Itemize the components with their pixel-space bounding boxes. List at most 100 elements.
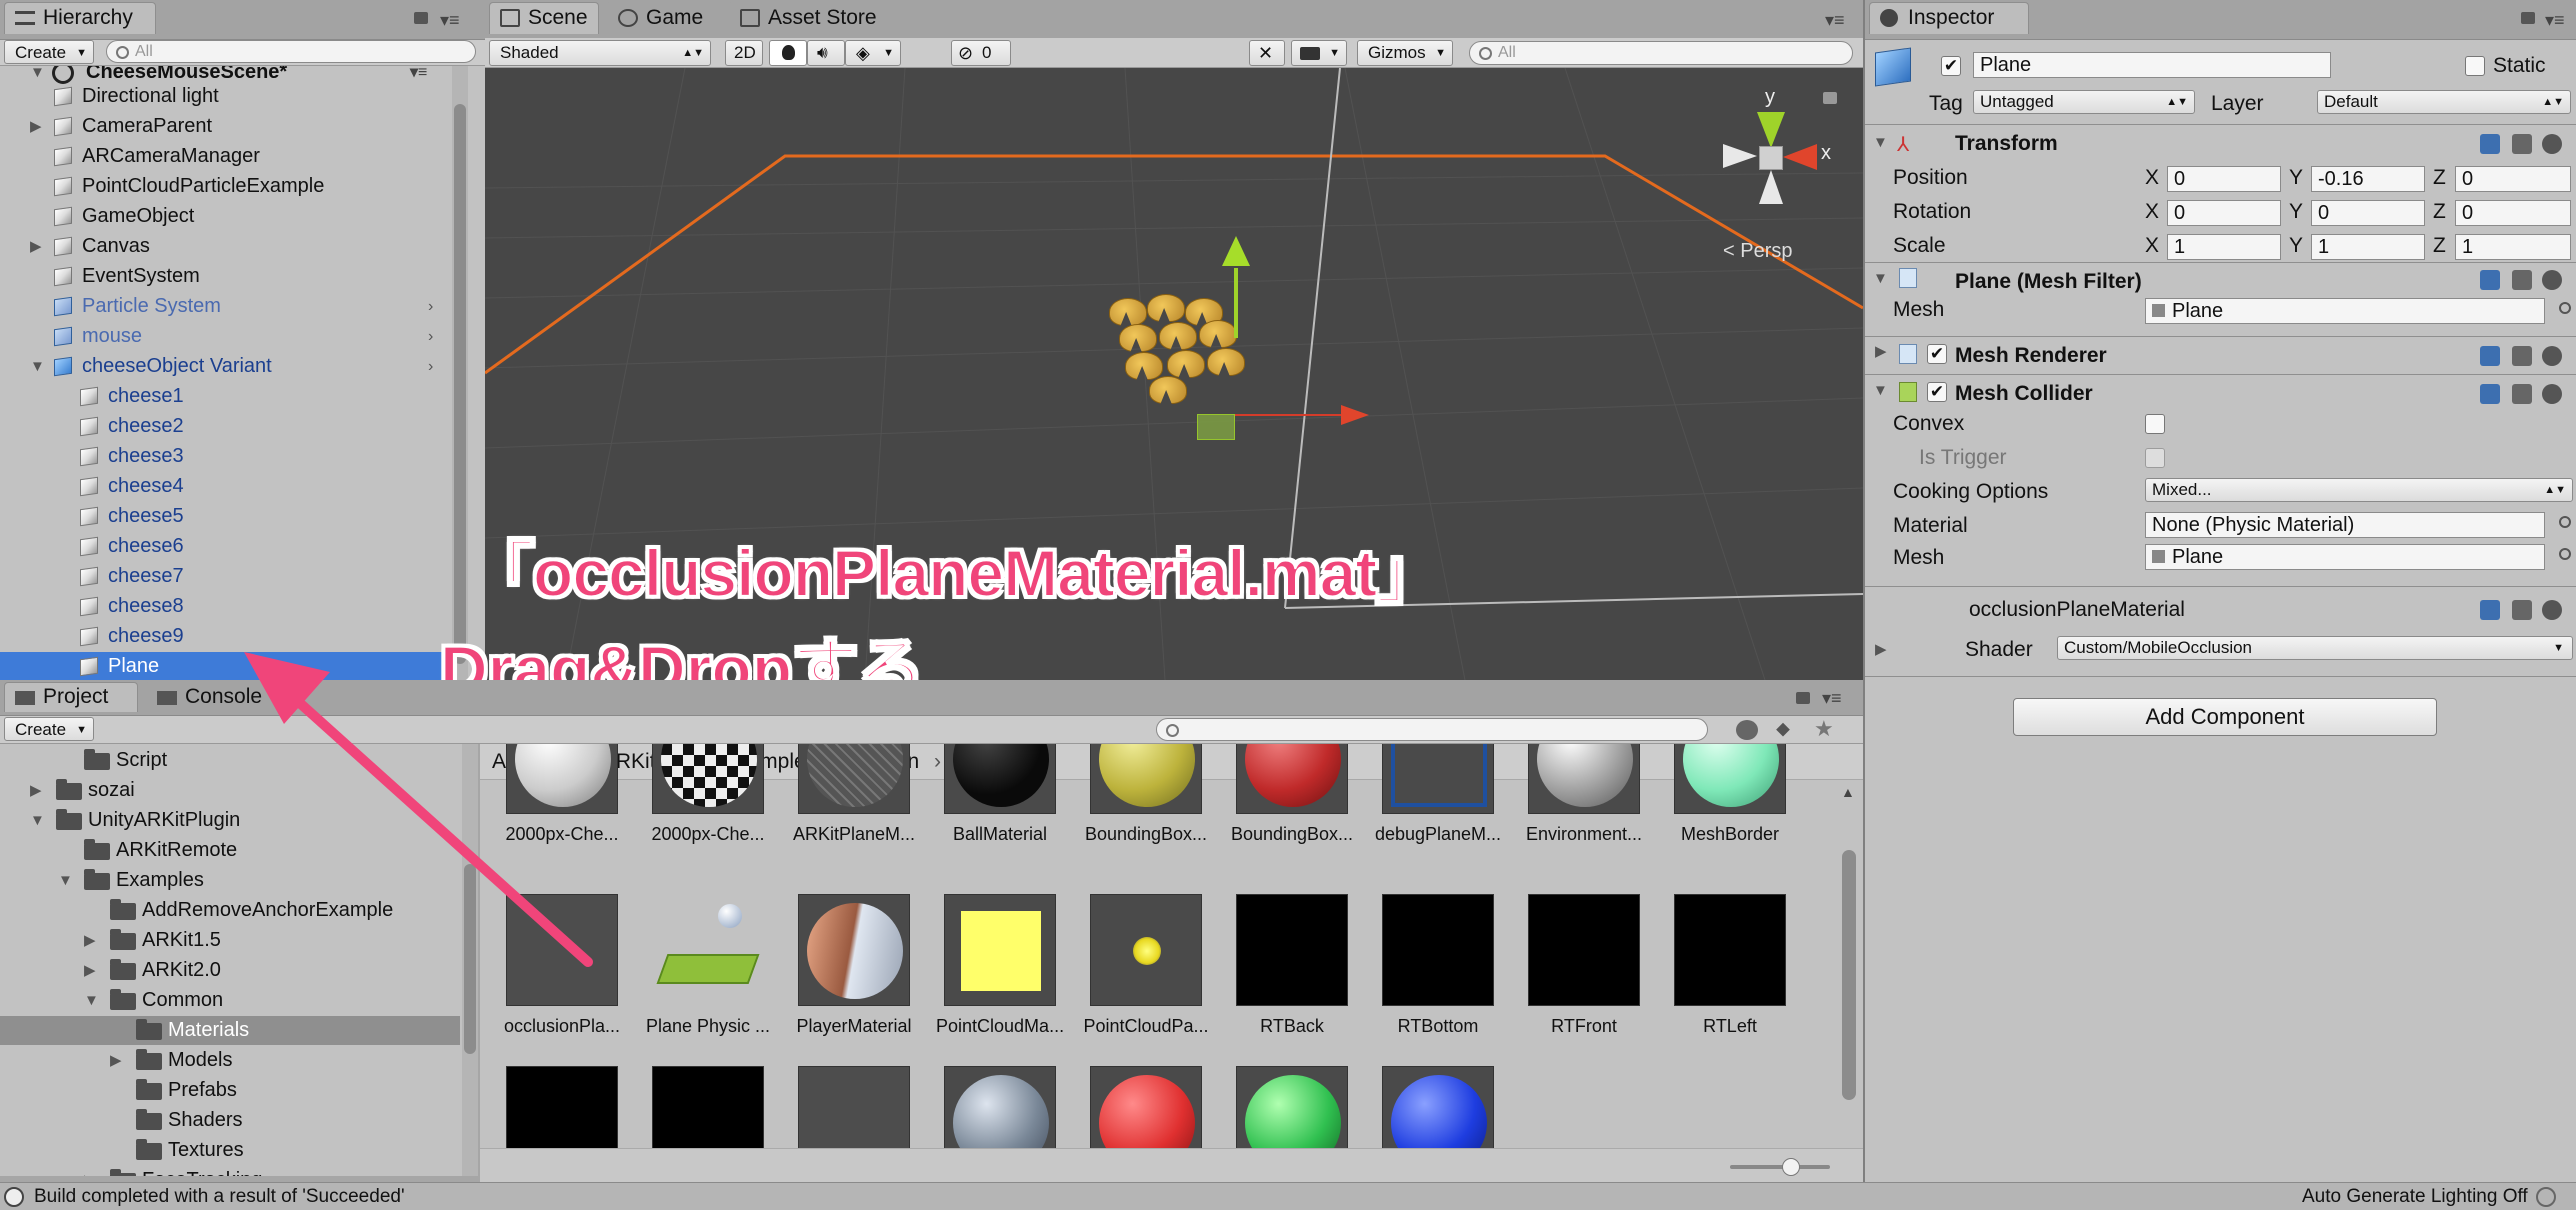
camera-dropdown[interactable]: ▼ [1291, 40, 1347, 66]
preset-icon[interactable] [2512, 600, 2532, 620]
hierarchy-item[interactable]: cheese6 [0, 532, 460, 561]
move-gizmo-y-head[interactable] [1222, 236, 1250, 266]
cheese-piece[interactable] [1147, 294, 1185, 322]
preset-icon[interactable] [2512, 134, 2532, 154]
hierarchy-item[interactable]: cheese9 [0, 622, 460, 651]
asset-item[interactable]: ARKitPlaneM... [790, 744, 918, 856]
persp-label[interactable]: < Persp [1723, 240, 1793, 263]
shading-mode-dropdown[interactable]: Shaded ▲▼ [489, 40, 711, 66]
hierarchy-item[interactable]: ARCameraManager [0, 142, 460, 171]
chevron-down-icon[interactable]: ▼ [1873, 134, 1888, 151]
move-gizmo-center[interactable] [1197, 414, 1235, 440]
asset-item[interactable]: PointCloudMa... [936, 894, 1064, 1044]
gizmos-dropdown[interactable]: Gizmos ▼ [1357, 40, 1453, 66]
z-axis-label[interactable]: Z [2433, 166, 2446, 190]
project-create-button[interactable]: Create ▼ [4, 717, 94, 741]
hierarchy-search-input[interactable]: All [106, 40, 476, 63]
chevron-right-icon[interactable]: ▶ [30, 776, 42, 805]
panel-menu-icon[interactable]: ▾≡ [1822, 688, 1842, 709]
thumbnail-size-slider[interactable] [1730, 1158, 1830, 1176]
active-checkbox[interactable]: ✔ [1941, 56, 1961, 76]
asset-item[interactable]: RTBack [1228, 894, 1356, 1044]
project-tree-scroll-thumb[interactable] [464, 864, 476, 1054]
tab-inspector[interactable]: Inspector [1869, 2, 2029, 34]
preset-icon[interactable] [2512, 346, 2532, 366]
chevron-right-icon[interactable]: ▶ [30, 232, 42, 261]
asset-item[interactable]: 2000px-Che... [644, 744, 772, 856]
chevron-right-icon[interactable]: › [428, 352, 433, 381]
mode-2d-toggle[interactable]: 2D [725, 40, 763, 66]
asset-item[interactable]: Environment... [1520, 744, 1648, 856]
asset-item[interactable]: 2000px-Che... [498, 744, 626, 856]
cheese-piece[interactable] [1109, 298, 1147, 326]
transform-rotation-y-field[interactable]: 0 [2311, 200, 2425, 226]
project-folder-row[interactable]: ARKitRemote [0, 836, 460, 865]
hidden-objects-toggle[interactable]: ⊘ 0 [951, 40, 1011, 66]
lock-icon[interactable] [1823, 92, 1837, 104]
cheese-piece[interactable] [1159, 322, 1197, 350]
x-axis-label[interactable]: X [2145, 200, 2159, 224]
tag-dropdown[interactable]: Untagged ▲▼ [1973, 90, 2195, 114]
hierarchy-scroll-thumb[interactable] [454, 104, 466, 664]
hierarchy-item[interactable]: cheese4 [0, 472, 460, 501]
lock-icon[interactable] [1796, 692, 1810, 704]
project-folder-row[interactable]: Shaders [0, 1106, 460, 1135]
tab-hierarchy[interactable]: Hierarchy [4, 2, 156, 34]
cheese-piece[interactable] [1119, 324, 1157, 352]
is-trigger-checkbox[interactable] [2145, 448, 2165, 468]
asset-item[interactable]: BoundingBox... [1082, 744, 1210, 856]
hierarchy-item[interactable]: cheese3 [0, 442, 460, 471]
project-folder-row[interactable]: ▶ FaceTracking [0, 1166, 460, 1176]
preset-icon[interactable] [2512, 270, 2532, 290]
tag-icon[interactable]: ⬥ [1776, 718, 1790, 741]
asset-item[interactable]: RTBottom [1374, 894, 1502, 1044]
project-folder-row[interactable]: ▶ Models [0, 1046, 460, 1075]
collider-mesh-field[interactable]: Plane [2145, 544, 2545, 570]
panel-menu-icon[interactable]: ▾≡ [1825, 10, 1845, 31]
chevron-right-icon[interactable]: ▶ [30, 112, 42, 141]
gear-icon[interactable] [2542, 384, 2562, 404]
add-component-button[interactable]: Add Component [2013, 698, 2437, 736]
object-picker-icon[interactable] [2559, 516, 2571, 528]
project-folder-row[interactable]: ▶ ARKit2.0 [0, 956, 460, 985]
lock-icon[interactable] [414, 12, 428, 24]
lock-icon[interactable] [2521, 12, 2535, 24]
hierarchy-item[interactable]: Particle System › [0, 292, 460, 321]
scroll-up-icon[interactable]: ▲ [1841, 784, 1855, 800]
mesh-renderer-enabled-checkbox[interactable]: ✔ [1927, 344, 1947, 364]
panel-menu-icon[interactable]: ▾≡ [440, 10, 460, 31]
move-gizmo-x-arrow[interactable] [1235, 414, 1343, 416]
audio-toggle[interactable]: 🔊︎ [807, 40, 845, 66]
chevron-down-icon[interactable]: ▼ [30, 806, 45, 835]
project-folder-row[interactable]: Prefabs [0, 1076, 460, 1105]
transform-position-y-field[interactable]: -0.16 [2311, 166, 2425, 192]
project-folder-row[interactable]: ▶ sozai [0, 776, 460, 805]
help-icon[interactable] [2480, 134, 2500, 154]
transform-rotation-z-field[interactable]: 0 [2455, 200, 2571, 226]
x-axis-label[interactable]: X [2145, 166, 2159, 190]
filter-type-icon[interactable] [1736, 720, 1758, 740]
layer-dropdown[interactable]: Default ▲▼ [2317, 90, 2571, 114]
asset-item[interactable]: BoundingBox... [1228, 744, 1356, 856]
asset-item[interactable]: debugPlaneM... [1374, 744, 1502, 856]
mesh-filter-mesh-field[interactable]: Plane [2145, 298, 2545, 324]
object-name-field[interactable]: Plane [1973, 52, 2331, 78]
z-axis-label[interactable]: Z [2433, 234, 2446, 258]
cheese-piece[interactable] [1199, 320, 1237, 348]
physic-material-field[interactable]: None (Physic Material) [2145, 512, 2545, 538]
tab-asset-store[interactable]: Asset Store [729, 2, 889, 34]
cheese-piece[interactable] [1149, 376, 1187, 404]
hierarchy-item[interactable]: cheese8 [0, 592, 460, 621]
chevron-down-icon[interactable]: ▼ [84, 986, 99, 1015]
chevron-right-icon[interactable]: ▶ [84, 1166, 96, 1176]
chevron-right-icon[interactable]: ▶ [1875, 640, 1887, 658]
asset-item[interactable]: BallMaterial [936, 744, 1064, 856]
object-picker-icon[interactable] [2559, 548, 2571, 560]
gear-icon[interactable] [2542, 134, 2562, 154]
project-folder-row[interactable]: ▼ Examples [0, 866, 460, 895]
project-tree-scrollbar[interactable] [462, 744, 478, 1176]
tab-game[interactable]: Game [607, 2, 719, 34]
hierarchy-item[interactable]: GameObject [0, 202, 460, 231]
project-folder-row[interactable]: ▶ ARKit1.5 [0, 926, 460, 955]
hierarchy-item[interactable]: cheese7 [0, 562, 460, 591]
